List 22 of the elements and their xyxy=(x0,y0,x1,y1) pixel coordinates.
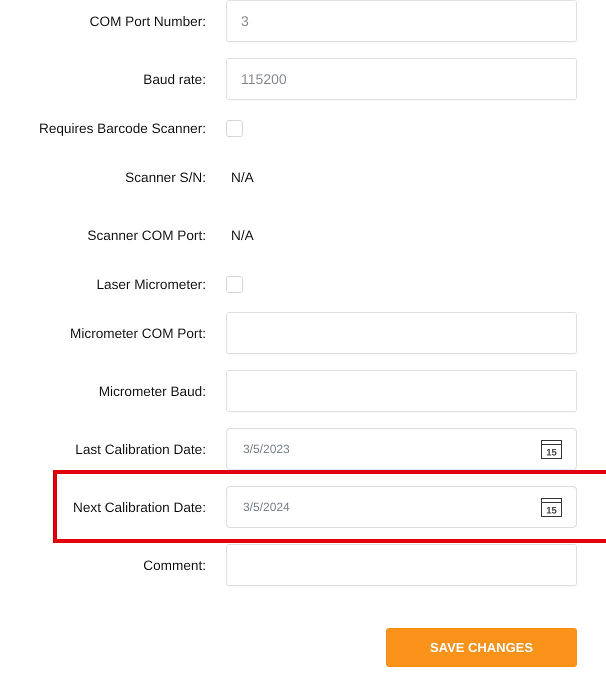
field-value: N/A xyxy=(230,228,254,242)
field-label: COM Port Number: xyxy=(90,14,206,28)
checkbox[interactable] xyxy=(226,120,243,136)
field-value: N/A xyxy=(230,170,254,184)
field-label: Last Calibration Date: xyxy=(75,442,206,456)
field-label: Next Calibration Date: xyxy=(73,500,206,514)
input-field[interactable] xyxy=(226,370,577,412)
input-field[interactable] xyxy=(226,544,577,586)
field-label: Scanner COM Port: xyxy=(87,228,206,242)
field-label: Micrometer Baud: xyxy=(98,384,206,398)
field-label: Scanner S/N: xyxy=(125,170,206,184)
input-field[interactable] xyxy=(226,312,577,354)
field-label: Comment: xyxy=(143,558,206,572)
field-label: Baud rate: xyxy=(143,72,206,86)
calendar-icon[interactable]: 15 xyxy=(541,440,562,458)
date-field[interactable]: 3/5/2023 15 xyxy=(226,428,577,470)
checkbox[interactable] xyxy=(226,276,243,292)
field-label: Requires Barcode Scanner: xyxy=(39,120,206,136)
field-label: Laser Micrometer: xyxy=(96,276,206,292)
calendar-icon[interactable]: 15 xyxy=(541,498,562,516)
date-field[interactable]: 3/5/2024 15 xyxy=(226,486,577,528)
field-label: Micrometer COM Port: xyxy=(70,326,206,340)
